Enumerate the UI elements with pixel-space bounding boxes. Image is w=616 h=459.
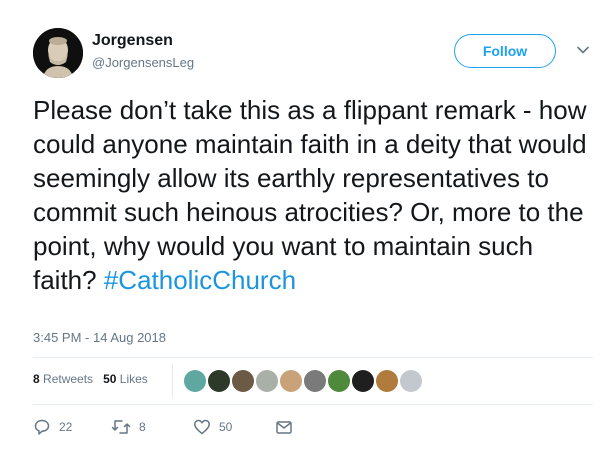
follow-button[interactable]: Follow: [454, 34, 556, 68]
liker-avatar-8[interactable]: [352, 370, 374, 392]
display-name[interactable]: Jorgensen: [92, 32, 173, 50]
retweets-stat[interactable]: 8 Retweets: [33, 372, 93, 386]
reply-action[interactable]: 22: [33, 418, 72, 436]
liker-avatar-1[interactable]: [184, 370, 206, 392]
hashtag-link[interactable]: #CatholicChurch: [104, 265, 296, 295]
divider: [33, 357, 593, 358]
tweet-timestamp[interactable]: 3:45 PM - 14 Aug 2018: [33, 330, 166, 345]
reply-count: 22: [59, 420, 73, 434]
bust-statue-avatar-icon: [33, 28, 83, 78]
liker-avatar-7[interactable]: [328, 370, 350, 392]
liker-avatar-4[interactable]: [256, 370, 278, 392]
retweets-count: 8: [33, 372, 40, 386]
direct-message-action[interactable]: [275, 418, 293, 436]
liker-avatar-9[interactable]: [376, 370, 398, 392]
tweet-stats: 8 Retweets 50 Likes: [33, 372, 148, 386]
liker-avatar-10[interactable]: [400, 370, 422, 392]
tweet-actions: 22 8 50: [33, 418, 333, 440]
stats-separator: [172, 364, 173, 398]
reply-icon: [34, 419, 50, 435]
like-count: 50: [219, 420, 233, 434]
likes-stat[interactable]: 50 Likes: [103, 372, 148, 386]
retweet-action[interactable]: 8: [111, 418, 146, 436]
liker-avatar-6[interactable]: [304, 370, 326, 392]
chevron-down-icon[interactable]: [576, 43, 590, 57]
avatar[interactable]: [33, 28, 83, 78]
liker-avatar-2[interactable]: [208, 370, 230, 392]
likes-label: Likes: [119, 372, 148, 386]
heart-icon: [194, 419, 210, 435]
likes-count: 50: [103, 372, 117, 386]
likers-list: [184, 370, 422, 392]
liker-avatar-3[interactable]: [232, 370, 254, 392]
user-handle[interactable]: @JorgensensLeg: [92, 55, 194, 70]
retweets-label: Retweets: [43, 372, 94, 386]
tweet-text: Please don’t take this as a flippant rem…: [33, 93, 593, 297]
like-action[interactable]: 50: [193, 418, 232, 436]
retweet-icon: [111, 420, 131, 434]
envelope-icon: [276, 421, 292, 434]
retweet-count: 8: [139, 420, 146, 434]
divider: [33, 404, 593, 405]
liker-avatar-5[interactable]: [280, 370, 302, 392]
